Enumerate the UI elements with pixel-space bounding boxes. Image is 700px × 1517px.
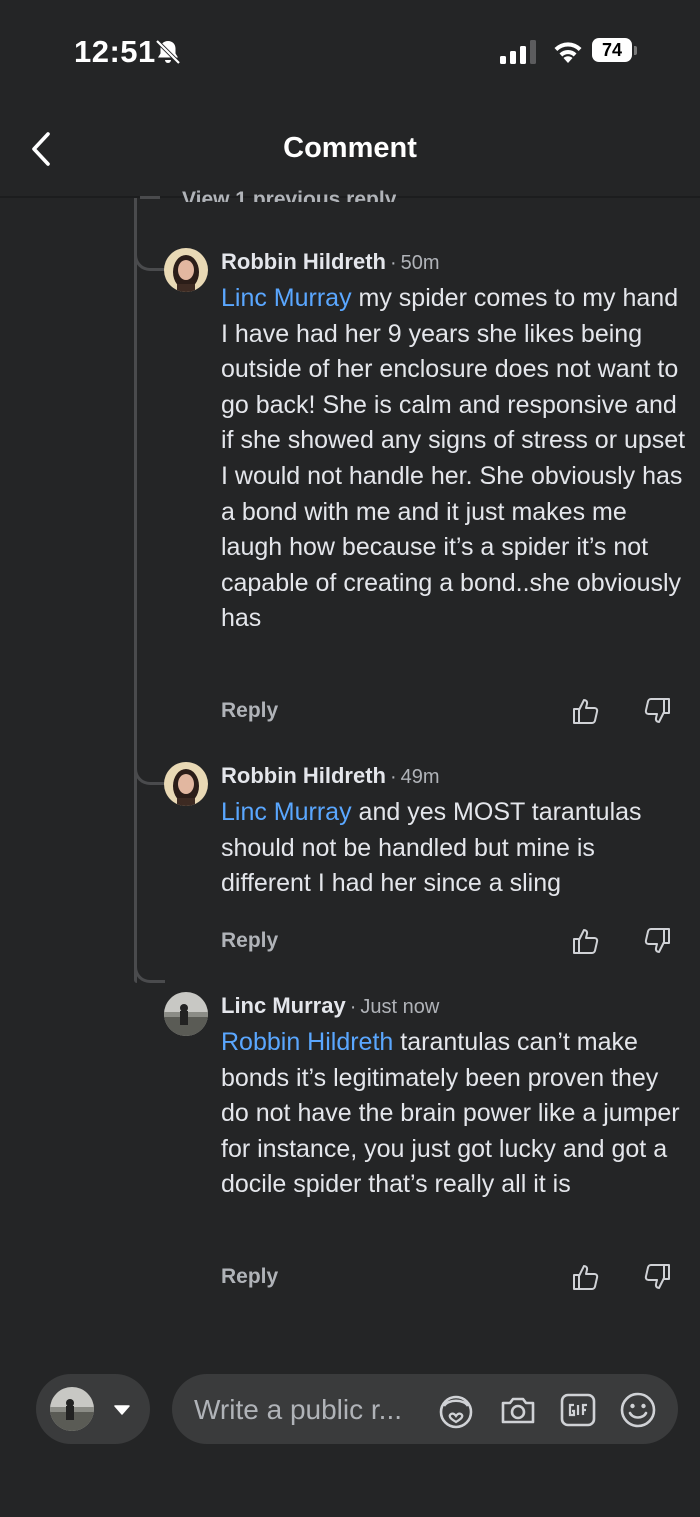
avatar[interactable] xyxy=(164,248,208,292)
meta-separator: · xyxy=(389,252,397,274)
reply-connector xyxy=(134,958,165,983)
thumbs-up-icon[interactable] xyxy=(571,696,601,726)
emoji-icon[interactable] xyxy=(618,1390,658,1430)
gif-icon[interactable] xyxy=(558,1390,598,1430)
thumbs-down-icon[interactable] xyxy=(642,696,672,726)
comment-meta: Linc Murray · Just now xyxy=(221,993,439,1019)
thumbs-up-icon[interactable] xyxy=(571,926,601,956)
mention-link[interactable]: Robbin Hildreth xyxy=(221,1028,393,1056)
comment-meta: Robbin Hildreth · 50m xyxy=(221,249,440,275)
page-title: Comment xyxy=(283,132,417,164)
nav-header: Comment xyxy=(0,100,700,196)
battery-icon: 74 xyxy=(592,38,638,64)
reply-connector xyxy=(134,760,165,785)
avatar-robbin-image xyxy=(164,762,208,806)
comment-text: Robbin Hildreth tarantulas can’t make bo… xyxy=(221,1025,691,1203)
avatar-robbin-image xyxy=(164,248,208,292)
thumbs-up-icon[interactable] xyxy=(571,1262,601,1292)
meta-separator: · xyxy=(349,996,357,1018)
battery-level: 74 xyxy=(592,38,632,62)
camera-icon[interactable] xyxy=(498,1390,538,1430)
comment-body: my spider comes to my hand I have had he… xyxy=(221,284,686,633)
thumbs-down-icon[interactable] xyxy=(642,1262,672,1292)
avatar-sticker-icon[interactable] xyxy=(436,1390,476,1430)
thumbs-down-icon[interactable] xyxy=(642,926,672,956)
mention-link[interactable]: Linc Murray xyxy=(221,798,352,826)
wifi-icon xyxy=(554,42,582,63)
mention-link[interactable]: Linc Murray xyxy=(221,284,352,312)
profile-switcher-button[interactable] xyxy=(36,1374,150,1444)
battery-tip xyxy=(634,46,637,55)
reply-button[interactable]: Reply xyxy=(221,699,278,723)
reply-composer xyxy=(0,1360,700,1460)
bell-muted-icon xyxy=(155,39,181,65)
author-name[interactable]: Robbin Hildreth xyxy=(221,763,386,788)
reply-button[interactable]: Reply xyxy=(221,929,278,953)
composer-avatar xyxy=(50,1387,94,1431)
avatar[interactable] xyxy=(164,762,208,806)
comment-time: 49m xyxy=(400,766,440,788)
comment-time: 50m xyxy=(400,252,440,274)
author-name[interactable]: Robbin Hildreth xyxy=(221,249,386,274)
reply-button[interactable]: Reply xyxy=(221,1265,278,1289)
comment-text: Linc Murray and yes MOST tarantulas shou… xyxy=(221,795,691,902)
comment-time: Just now xyxy=(360,996,440,1018)
avatar-linc-image xyxy=(50,1387,94,1431)
reply-connector xyxy=(134,246,165,271)
caret-down-icon xyxy=(114,1405,130,1415)
status-bar: 12:51 74 xyxy=(0,0,700,100)
status-time: 12:51 xyxy=(74,34,156,69)
avatar[interactable] xyxy=(164,992,208,1036)
comment-input[interactable] xyxy=(192,1374,442,1446)
meta-separator: · xyxy=(389,766,397,788)
author-name[interactable]: Linc Murray xyxy=(221,993,346,1018)
thread-connector xyxy=(140,196,160,199)
avatar-linc-image xyxy=(164,992,208,1036)
comment-meta: Robbin Hildreth · 49m xyxy=(221,763,440,789)
comment-text: Linc Murray my spider comes to my hand I… xyxy=(221,281,691,637)
cellular-signal-icon xyxy=(500,40,536,64)
comment-input-container xyxy=(172,1374,678,1446)
thread-line xyxy=(134,198,137,983)
view-previous-replies-link[interactable]: View 1 previous reply xyxy=(182,186,396,202)
